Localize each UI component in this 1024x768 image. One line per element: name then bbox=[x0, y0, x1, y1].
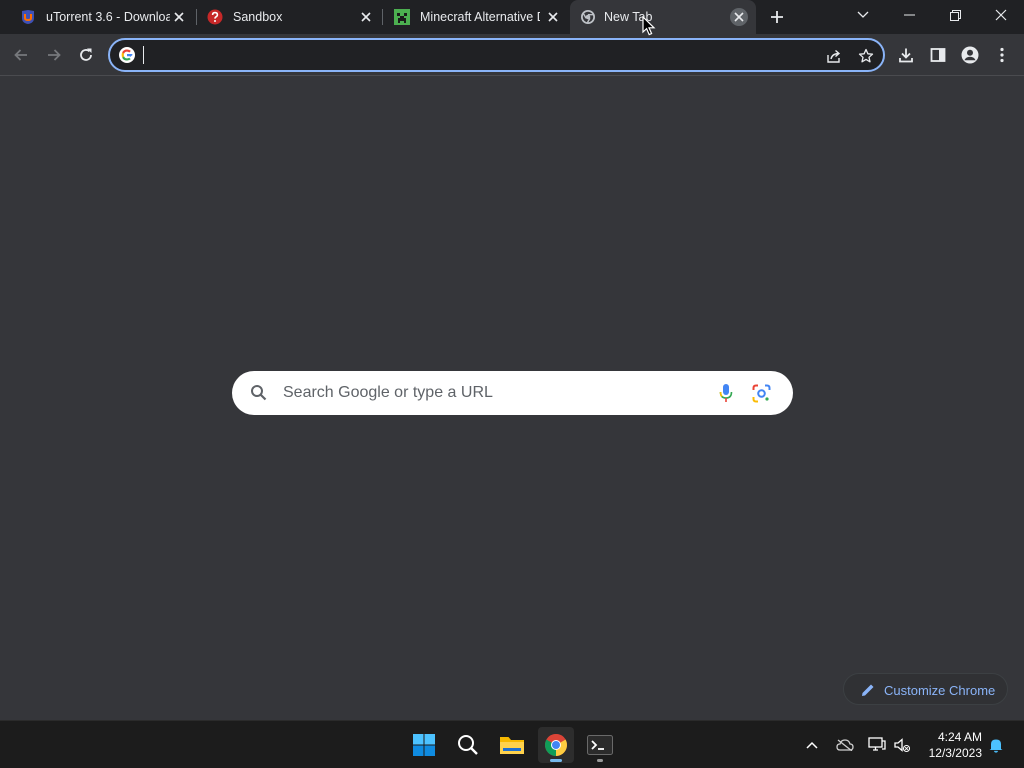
address-input[interactable] bbox=[143, 45, 803, 65]
close-icon[interactable] bbox=[170, 8, 188, 26]
menu-button[interactable] bbox=[989, 42, 1015, 68]
running-indicator bbox=[597, 759, 603, 762]
chevron-up-icon bbox=[806, 741, 818, 749]
restore-button[interactable] bbox=[932, 0, 978, 30]
close-icon[interactable] bbox=[357, 8, 375, 26]
microphone-icon[interactable] bbox=[718, 383, 734, 403]
reload-button[interactable] bbox=[73, 42, 99, 68]
notifications-button[interactable] bbox=[985, 734, 1007, 756]
close-icon[interactable] bbox=[730, 8, 748, 26]
tab-separator bbox=[196, 9, 197, 25]
onedrive-button[interactable] bbox=[834, 734, 856, 756]
start-button[interactable] bbox=[406, 727, 442, 763]
minimize-icon bbox=[903, 14, 915, 16]
screen: uTorrent 3.6 - Downloa Sandbox Minecraft… bbox=[0, 0, 1024, 768]
ntp-search-box[interactable]: Search Google or type a URL bbox=[232, 371, 793, 415]
taskbar-search-button[interactable] bbox=[450, 727, 486, 763]
new-tab-button[interactable] bbox=[766, 6, 788, 28]
show-hidden-icons-button[interactable] bbox=[801, 734, 823, 756]
search-icon bbox=[251, 385, 267, 401]
utorrent-icon bbox=[20, 9, 36, 25]
tab-title: Sandbox bbox=[233, 10, 283, 24]
chrome-icon bbox=[545, 734, 567, 756]
reload-icon bbox=[80, 48, 92, 61]
customize-chrome-button[interactable]: Customize Chrome bbox=[843, 673, 1008, 705]
google-lens-icon[interactable] bbox=[752, 384, 771, 403]
bell-icon bbox=[989, 739, 1003, 753]
address-bar[interactable] bbox=[108, 38, 885, 72]
clock-time: 4:24 AM bbox=[937, 730, 982, 744]
star-icon[interactable] bbox=[856, 46, 876, 66]
tab-minecraft[interactable]: Minecraft Alternative D bbox=[386, 0, 568, 34]
taskbar: 4:24 AM 12/3/2023 bbox=[0, 720, 1024, 768]
profile-button[interactable] bbox=[957, 42, 983, 68]
pencil-icon bbox=[862, 684, 874, 696]
close-icon[interactable] bbox=[544, 8, 562, 26]
question-icon bbox=[207, 9, 223, 25]
windows-icon bbox=[413, 734, 435, 756]
downloads-button[interactable] bbox=[893, 42, 919, 68]
volume-muted-icon bbox=[894, 738, 910, 753]
forward-button[interactable] bbox=[41, 42, 67, 68]
search-placeholder: Search Google or type a URL bbox=[283, 384, 493, 401]
tab-utorrent[interactable]: uTorrent 3.6 - Downloa bbox=[12, 0, 196, 34]
text-caret bbox=[143, 46, 144, 64]
tab-title: uTorrent 3.6 - Downloa bbox=[46, 10, 170, 24]
close-icon bbox=[995, 9, 1007, 21]
clock[interactable]: 4:24 AM 12/3/2023 bbox=[918, 729, 982, 761]
mouse-cursor-icon bbox=[642, 16, 656, 36]
terminal-icon bbox=[587, 735, 613, 755]
minecraft-icon bbox=[394, 9, 410, 25]
more-vert-icon bbox=[1000, 47, 1004, 63]
chrome-icon bbox=[580, 9, 596, 25]
tab-sandbox[interactable]: Sandbox bbox=[199, 0, 382, 34]
toolbar bbox=[0, 34, 1024, 76]
tab-search-button[interactable] bbox=[840, 0, 886, 30]
download-icon bbox=[899, 48, 913, 63]
plus-icon bbox=[771, 11, 783, 23]
google-g-icon bbox=[119, 47, 135, 63]
share-icon[interactable] bbox=[824, 46, 844, 66]
search-icon bbox=[458, 735, 478, 755]
restore-icon bbox=[949, 9, 961, 21]
tab-strip: uTorrent 3.6 - Downloa Sandbox Minecraft… bbox=[0, 0, 1024, 34]
file-explorer-button[interactable] bbox=[494, 727, 530, 763]
cloud-off-icon bbox=[836, 739, 854, 751]
folder-icon bbox=[500, 737, 524, 754]
arrow-left-icon bbox=[14, 49, 27, 61]
active-indicator bbox=[550, 759, 562, 762]
tab-separator bbox=[382, 9, 383, 25]
back-button[interactable] bbox=[8, 42, 34, 68]
chrome-taskbar-button[interactable] bbox=[538, 727, 574, 763]
profile-icon bbox=[961, 46, 979, 64]
volume-button[interactable] bbox=[891, 734, 913, 756]
terminal-button[interactable] bbox=[582, 727, 618, 763]
tab-title: New Tab bbox=[604, 10, 653, 24]
minimize-button[interactable] bbox=[886, 0, 932, 30]
customize-chrome-label: Customize Chrome bbox=[884, 683, 996, 698]
tab-new-tab[interactable]: New Tab bbox=[570, 0, 756, 34]
arrow-right-icon bbox=[48, 49, 61, 61]
network-button[interactable] bbox=[866, 734, 888, 756]
chevron-down-icon bbox=[857, 11, 869, 18]
network-icon bbox=[868, 737, 886, 751]
clock-date: 12/3/2023 bbox=[928, 746, 982, 760]
side-panel-icon bbox=[930, 48, 946, 62]
side-panel-button[interactable] bbox=[925, 42, 951, 68]
tab-title: Minecraft Alternative D bbox=[420, 10, 540, 24]
window-close-button[interactable] bbox=[978, 0, 1024, 30]
